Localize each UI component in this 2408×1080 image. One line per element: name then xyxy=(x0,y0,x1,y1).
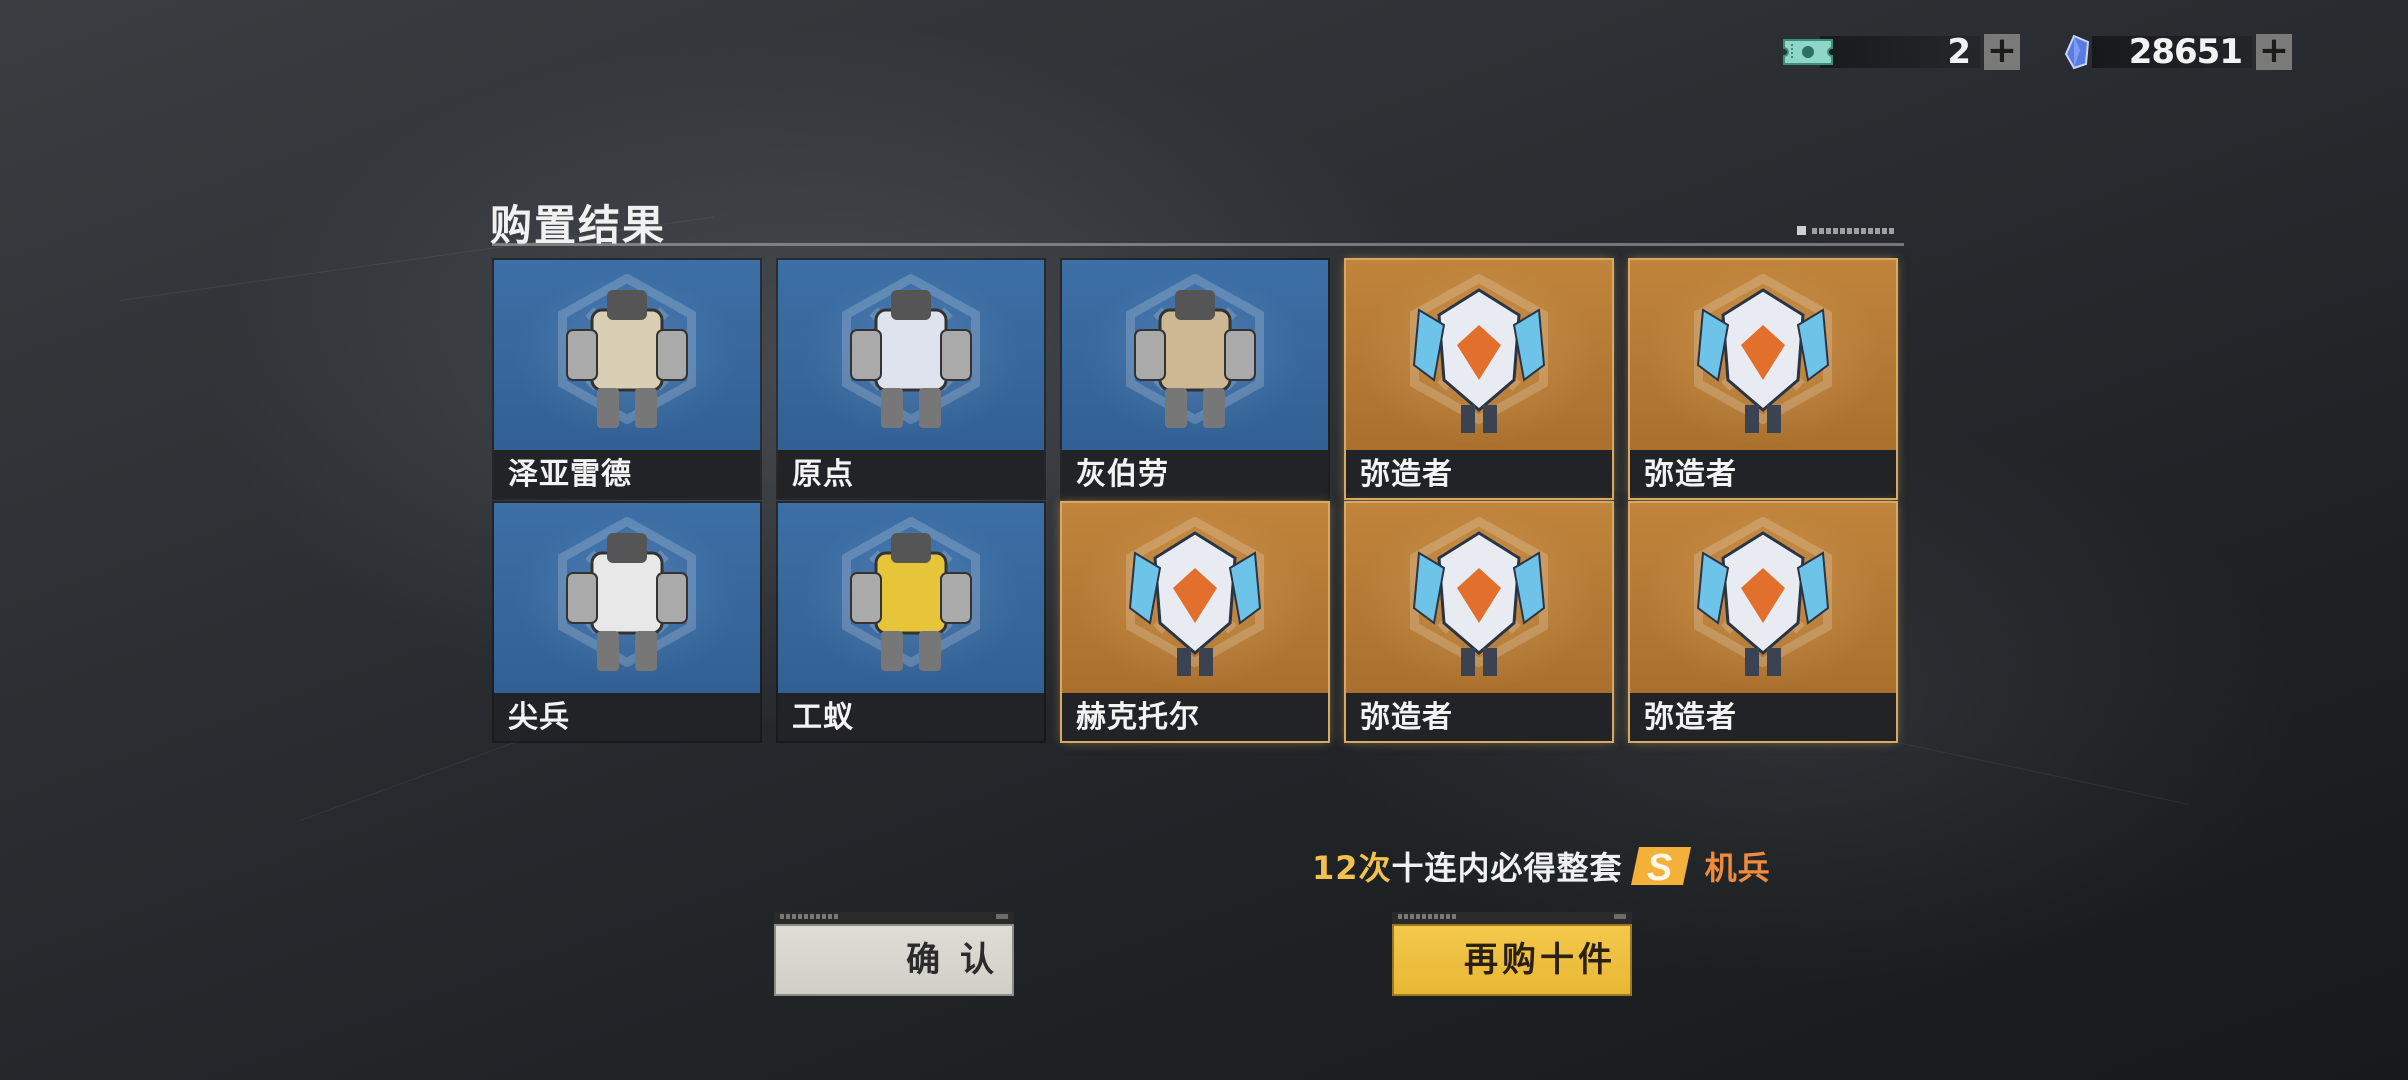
s-rank-badge-icon: S xyxy=(1630,847,1691,889)
guarantee-banner: 12次 十连内必得整套 S 机兵 xyxy=(1312,838,1771,894)
results-grid: 泽亚雷德 原点 灰伯劳 弥造者 弥造者 尖兵 工蚁 赫克托尔 弥造者 弥造者 xyxy=(494,260,1900,744)
result-card-name: 弥造者 xyxy=(1346,693,1612,741)
result-card[interactable]: 泽亚雷德 xyxy=(494,260,760,498)
result-card[interactable]: 灰伯劳 xyxy=(1062,260,1328,498)
title-divider xyxy=(492,243,1904,246)
mech-legs-white-icon xyxy=(566,533,688,671)
crystal-currency: 28651 + xyxy=(2052,30,2292,74)
buy-ten-again-button[interactable]: 再购十件 xyxy=(1392,912,1632,996)
result-card[interactable]: 弥造者 xyxy=(1346,503,1612,741)
result-card[interactable]: 赫克托尔 xyxy=(1062,503,1328,741)
result-card[interactable]: 尖兵 xyxy=(494,503,760,741)
mech-torso-orange-icon xyxy=(1412,288,1546,433)
result-card[interactable]: 弥造者 xyxy=(1346,260,1612,498)
result-card-name: 弥造者 xyxy=(1346,450,1612,498)
mech-arm-tan-icon xyxy=(1134,290,1256,428)
result-card-name: 灰伯劳 xyxy=(1062,450,1328,498)
result-card-name: 赫克托尔 xyxy=(1062,693,1328,741)
result-card[interactable]: 弥造者 xyxy=(1630,503,1896,741)
buy-ten-again-label: 再购十件 xyxy=(1392,924,1632,996)
guarantee-suffix: 机兵 xyxy=(1704,849,1771,887)
result-card[interactable]: 工蚁 xyxy=(778,503,1044,741)
result-card[interactable]: 原点 xyxy=(778,260,1044,498)
result-card-name: 工蚁 xyxy=(778,693,1044,741)
mech-head-white-icon xyxy=(850,290,972,428)
ticket-count: 2 xyxy=(1947,32,1971,72)
mech-yellow-frame-icon xyxy=(850,533,972,671)
add-crystal-button[interactable]: + xyxy=(2256,33,2292,70)
tag-square-icon xyxy=(1797,226,1806,235)
mech-head-navy-icon xyxy=(1128,531,1262,676)
result-card-name: 弥造者 xyxy=(1630,693,1896,741)
result-card-name: 弥造者 xyxy=(1630,450,1896,498)
result-card-name: 尖兵 xyxy=(494,693,760,741)
result-card-name: 原点 xyxy=(778,450,1044,498)
guarantee-text: 十连内必得整套 xyxy=(1391,849,1623,887)
crystal-icon xyxy=(2064,34,2090,70)
mech-arm-orange-icon xyxy=(1412,531,1546,676)
s-rank-letter: S xyxy=(1646,847,1672,889)
result-card[interactable]: 弥造者 xyxy=(1630,260,1896,498)
ticket-currency: 2 + xyxy=(1780,30,2020,74)
button-topbar xyxy=(1392,912,1632,924)
mech-torso-tan-icon xyxy=(566,290,688,428)
guarantee-count: 12次 xyxy=(1312,849,1392,887)
button-topbar xyxy=(774,912,1014,924)
tag-bars xyxy=(1812,227,1894,234)
crystal-count: 28651 xyxy=(2128,32,2243,72)
confirm-button-label: 确 认 xyxy=(774,924,1014,996)
mech-arm-orange-icon xyxy=(1696,288,1830,433)
result-card-name: 泽亚雷德 xyxy=(494,450,760,498)
add-ticket-button[interactable]: + xyxy=(1984,33,2020,70)
ticket-icon xyxy=(1783,39,1833,65)
decorative-tag xyxy=(1797,226,1894,235)
confirm-button[interactable]: 确 认 xyxy=(774,912,1014,996)
mech-legs-orange-icon xyxy=(1696,531,1830,676)
